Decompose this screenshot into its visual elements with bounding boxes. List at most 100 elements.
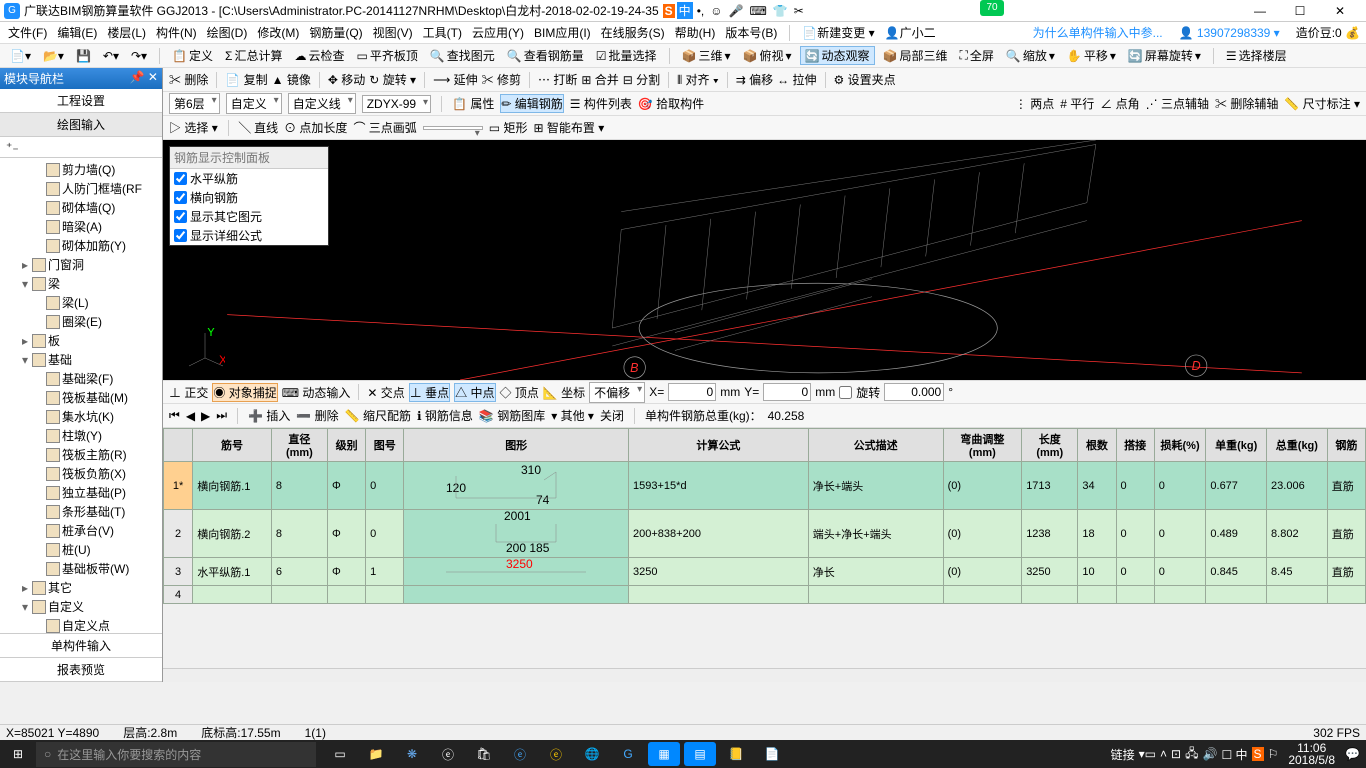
extend-button[interactable]: ⟶ 延伸 <box>433 71 478 88</box>
grid-header[interactable]: 计算公式 <box>629 429 809 462</box>
snap-midpoint[interactable]: △ 中点 <box>454 383 495 402</box>
maximize-button[interactable]: ☐ <box>1286 4 1314 18</box>
grid-nav-first[interactable]: ⏮ <box>169 408 180 423</box>
tree-item[interactable]: 桩承台(V) <box>2 521 160 540</box>
browser-icon[interactable]: 🌐 <box>576 742 608 766</box>
menu-file[interactable]: 文件(F) <box>6 24 49 41</box>
line-tool[interactable]: ╲ 直线 <box>239 119 278 136</box>
table-row[interactable]: 1*横向钢筋.18Φ0120310741593+15*d净长+端头(0)1713… <box>164 462 1366 510</box>
rotate-screen-button[interactable]: 🔄 屏幕旋转 ▾ <box>1124 47 1205 64</box>
grid-nav-prev[interactable]: ◀ <box>186 409 195 423</box>
grid-header[interactable]: 直径(mm) <box>271 429 327 462</box>
tab-report-preview[interactable]: 报表预览 <box>0 658 162 682</box>
rotate-input[interactable] <box>884 383 944 401</box>
cloud-check-button[interactable]: ☁ 云检查 <box>290 47 348 64</box>
grid-header[interactable]: 总重(kg) <box>1267 429 1328 462</box>
local-3d-button[interactable]: 📦 局部三维 <box>879 47 952 64</box>
grid-header[interactable]: 图形 <box>404 429 629 462</box>
tray-network-icon[interactable]: 🖧 <box>1185 744 1198 765</box>
snap-coord[interactable]: 📐 坐标 <box>543 384 585 401</box>
menu-rebar[interactable]: 钢筋量(Q) <box>307 24 364 41</box>
menu-online[interactable]: 在线服务(S) <box>599 24 667 41</box>
grid-header[interactable] <box>164 429 193 462</box>
define-button[interactable]: 📋 定义 <box>168 47 217 64</box>
osnap-button[interactable]: ◉ 对象捕捉 <box>212 383 277 402</box>
explorer-icon[interactable]: 📁 <box>360 742 392 766</box>
tree-item[interactable]: 集水坑(K) <box>2 407 160 426</box>
fullscreen-button[interactable]: ⛶ 全屏 <box>955 47 997 64</box>
tray-volume-icon[interactable]: 🔊 <box>1203 747 1218 761</box>
trim-button[interactable]: ✂ 修剪 <box>482 71 521 88</box>
ime-voice-icon[interactable]: 🎤 <box>727 4 746 18</box>
ime-cn-icon[interactable]: 中 <box>677 2 693 19</box>
tree-item[interactable]: 剪力墙(Q) <box>2 160 160 179</box>
ime-bar[interactable]: S 中 •, ☺ 🎤 ⌨ 👕 ✂ <box>663 2 806 19</box>
ime-face-icon[interactable]: ☺ <box>708 4 724 18</box>
grid-header[interactable]: 损耗(%) <box>1154 429 1206 462</box>
component-list-button[interactable]: ☰ 构件列表 <box>570 95 632 112</box>
properties-button[interactable]: 📋 属性 <box>452 95 494 112</box>
arc-options[interactable] <box>423 126 483 130</box>
arc-tool[interactable]: ⌒ 三点画弧 <box>353 119 416 136</box>
tree-item[interactable]: 暗梁(A) <box>2 217 160 236</box>
tree-item[interactable]: 梁(L) <box>2 293 160 312</box>
y-input[interactable] <box>763 383 811 401</box>
two-point-button[interactable]: ⋮ 两点 <box>1015 95 1054 112</box>
snap-vertex[interactable]: ◇ 顶点 <box>500 384 539 401</box>
tree-item[interactable]: 自定义点 <box>2 616 160 633</box>
three-point-axis-button[interactable]: ⋰ 三点辅轴 <box>1146 95 1209 112</box>
subcategory-dropdown[interactable]: 自定义线 <box>288 93 356 114</box>
flush-slab-button[interactable]: ▭ 平齐板顶 <box>352 47 421 64</box>
app-icon-3[interactable]: ▦ <box>648 742 680 766</box>
move-button[interactable]: ✥ 移动 <box>328 71 365 88</box>
floor-dropdown[interactable]: 第6层 <box>169 93 220 114</box>
user-link[interactable]: 👤广小二 <box>883 24 938 41</box>
tray-up-icon[interactable]: ˄ <box>1160 747 1167 761</box>
edit-rebar-button[interactable]: ✏ 编辑钢筋 <box>500 94 563 113</box>
tray-dropdown-icon[interactable]: ▾▭ <box>1139 747 1156 761</box>
chk-other-elements[interactable] <box>174 210 187 223</box>
ime-sogou-icon[interactable]: S <box>663 4 675 18</box>
chk-transverse-bars[interactable] <box>174 191 187 204</box>
top-view-button[interactable]: 📦 俯视 ▾ <box>739 47 796 64</box>
category-dropdown[interactable]: 自定义 <box>226 93 282 114</box>
grid-library-button[interactable]: 📚 钢筋图库 <box>479 407 545 424</box>
chk-horizontal-bars[interactable] <box>174 172 187 185</box>
menu-view[interactable]: 视图(V) <box>371 24 415 41</box>
grid-scale-button[interactable]: 📏 缩尺配筋 <box>345 407 411 424</box>
open-button[interactable]: 📂▾ <box>39 49 68 63</box>
chk-detail-formula[interactable] <box>174 229 187 242</box>
grid-header[interactable]: 根数 <box>1078 429 1116 462</box>
orbit-button[interactable]: 🔄 动态观察 <box>800 46 875 65</box>
tray-notifications-icon[interactable]: 💬 <box>1345 747 1360 761</box>
grid-header[interactable]: 单重(kg) <box>1206 429 1267 462</box>
tree-item[interactable]: 筏板基础(M) <box>2 388 160 407</box>
app-icon-5[interactable]: 📒 <box>720 742 752 766</box>
ie-icon[interactable]: ⓔ <box>504 742 536 766</box>
tree-item[interactable]: ▸其它 <box>2 578 160 597</box>
tree-item[interactable]: 条形基础(T) <box>2 502 160 521</box>
smart-layout-tool[interactable]: ⊞ 智能布置 ▾ <box>533 119 604 136</box>
menu-edit[interactable]: 编辑(E) <box>55 24 99 41</box>
menu-modify[interactable]: 修改(M) <box>255 24 301 41</box>
ime-keyboard-icon[interactable]: ⌨ <box>747 4 768 18</box>
edge-icon[interactable]: ⓔ <box>432 742 464 766</box>
copy-button[interactable]: 📄 复制 <box>225 71 267 88</box>
tab-draw-input[interactable]: 绘图输入 <box>0 113 162 137</box>
grip-button[interactable]: ⚙ 设置夹点 <box>834 71 896 88</box>
app-icon-1[interactable]: ❋ <box>396 742 428 766</box>
rotate-button[interactable]: ↻ 旋转 ▾ <box>369 71 416 88</box>
tree-item[interactable]: 独立基础(P) <box>2 483 160 502</box>
ime-punct-icon[interactable]: •, <box>695 4 707 18</box>
menu-bim[interactable]: BIM应用(I) <box>532 24 593 41</box>
point-length-tool[interactable]: ⊙ 点加长度 <box>284 119 347 136</box>
tray-link[interactable]: 链接 <box>1111 746 1135 763</box>
tree-item[interactable]: 桩(U) <box>2 540 160 559</box>
grid-nav-next[interactable]: ▶ <box>201 409 210 423</box>
tree-item[interactable]: 基础梁(F) <box>2 369 160 388</box>
tree-item[interactable]: 筏板主筋(R) <box>2 445 160 464</box>
tree-item[interactable]: ▾梁 <box>2 274 160 293</box>
rebar-display-panel[interactable]: 钢筋显示控制面板 水平纵筋 横向钢筋 显示其它图元 显示详细公式 <box>169 146 329 246</box>
break-button[interactable]: ⋯ 打断 <box>538 71 577 88</box>
grid-header[interactable]: 长度(mm) <box>1022 429 1078 462</box>
